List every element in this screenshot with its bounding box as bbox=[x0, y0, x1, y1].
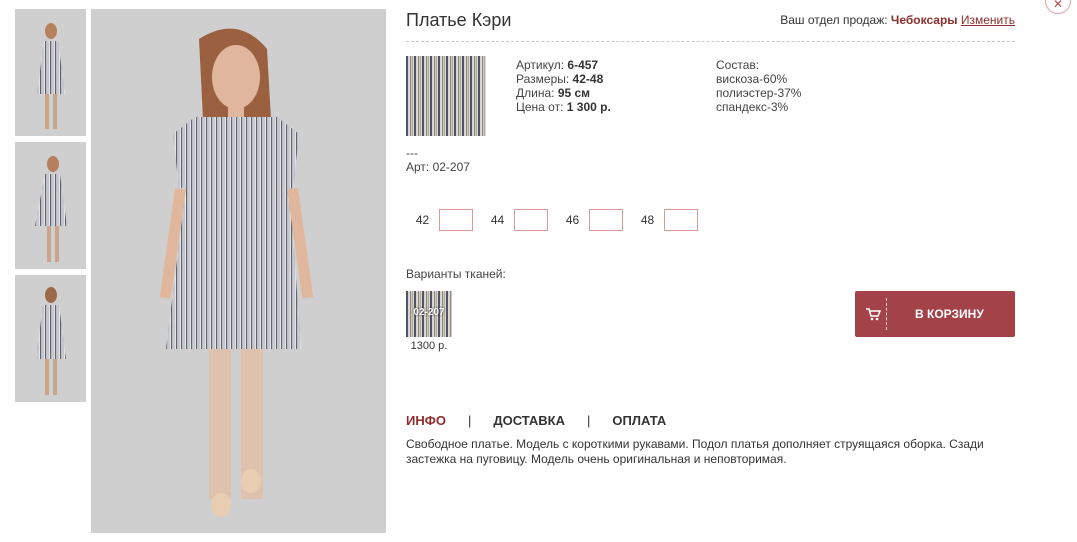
product-thumbnail-side[interactable] bbox=[15, 142, 86, 269]
quantity-input-42[interactable] bbox=[439, 209, 473, 231]
size-label-46: 46 bbox=[565, 213, 580, 227]
product-thumbnail-front[interactable] bbox=[15, 9, 86, 136]
tab-delivery[interactable]: ДОСТАВКА bbox=[493, 413, 565, 428]
composition-item: полиэстер-37% bbox=[716, 86, 802, 100]
product-thumbnail-back[interactable] bbox=[15, 275, 86, 402]
product-description: Свободное платье. Модель с короткими рук… bbox=[406, 437, 984, 466]
spec-sizes: Размеры: 42-48 bbox=[516, 72, 604, 86]
info-tabs: ИНФО | ДОСТАВКА | ОПЛАТА bbox=[406, 413, 666, 428]
fabric-art-number: Арт: 02-207 bbox=[406, 160, 470, 174]
fabric-swatch bbox=[406, 56, 486, 136]
composition-item: спандекс-3% bbox=[716, 100, 789, 114]
composition-title: Состав: bbox=[716, 58, 760, 72]
spec-price: Цена от: 1 300 р. bbox=[516, 100, 611, 114]
cart-icon bbox=[865, 306, 882, 322]
add-to-cart-button[interactable]: В КОРЗИНУ bbox=[855, 291, 1015, 337]
composition-item: вискоза-60% bbox=[716, 72, 788, 86]
size-label-48: 48 bbox=[640, 213, 655, 227]
separator-dashes: --- bbox=[406, 146, 418, 160]
quantity-input-44[interactable] bbox=[514, 209, 548, 231]
cart-button-separator bbox=[886, 298, 887, 330]
region-label: Ваш отдел продаж: bbox=[780, 13, 891, 27]
sales-region: Ваш отдел продаж: Чебоксары Изменить bbox=[780, 13, 1015, 27]
tab-payment[interactable]: ОПЛАТА bbox=[612, 413, 666, 428]
spec-article: Артикул: 6-457 bbox=[516, 58, 599, 72]
region-city: Чебоксары bbox=[890, 13, 958, 27]
title-divider bbox=[406, 41, 1015, 42]
composition: Состав: вискоза-60% полиэстер-37% спанде… bbox=[716, 58, 801, 114]
fabric-variant-swatch[interactable]: 02-207 bbox=[406, 291, 452, 337]
tab-info[interactable]: ИНФО bbox=[406, 413, 446, 428]
fabric-variant-code: 02-207 bbox=[413, 307, 445, 318]
tab-divider: | bbox=[587, 413, 591, 428]
size-quantity-row: 42 44 46 48 bbox=[406, 209, 706, 231]
quantity-input-46[interactable] bbox=[589, 209, 623, 231]
fabric-variant-price: 1300 р. bbox=[410, 340, 448, 352]
product-title: Платье Кэри bbox=[406, 10, 512, 30]
spec-length: Длина: 95 см bbox=[516, 86, 591, 100]
add-to-cart-label: В КОРЗИНУ bbox=[915, 307, 984, 321]
fabric-variants-label: Варианты тканей: bbox=[406, 267, 506, 281]
quantity-input-48[interactable] bbox=[664, 209, 698, 231]
size-label-44: 44 bbox=[490, 213, 505, 227]
product-specs: Артикул: 6-457 Размеры: 42-48 Длина: 95 … bbox=[516, 58, 611, 114]
change-region-link[interactable]: Изменить bbox=[961, 13, 1015, 27]
product-main-photo[interactable] bbox=[91, 9, 386, 533]
close-icon[interactable]: ✕ bbox=[1045, 0, 1071, 14]
tab-divider: | bbox=[467, 413, 472, 428]
size-label-42: 42 bbox=[415, 213, 430, 227]
